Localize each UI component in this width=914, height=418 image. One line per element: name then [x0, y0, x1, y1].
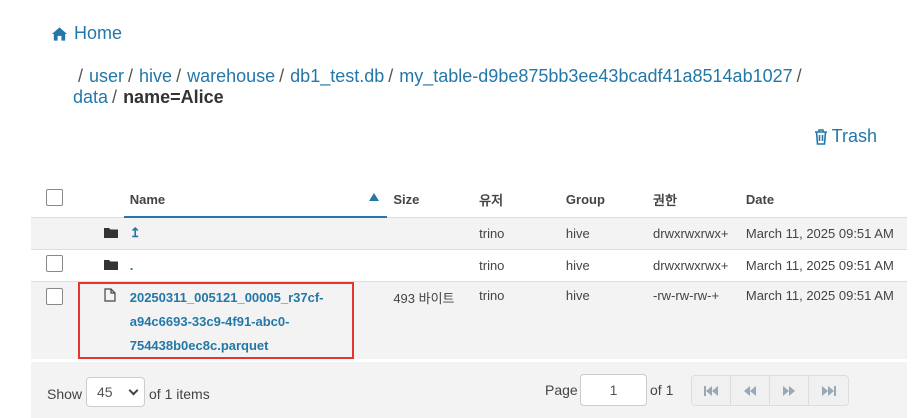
- page-size-select[interactable]: 45: [86, 377, 145, 407]
- column-permissions[interactable]: 권한: [647, 182, 740, 217]
- table-header: Name Size 유저 Group 권한 Date: [31, 182, 907, 218]
- file-table: Name Size 유저 Group 권한 Date ↥ trino hive …: [31, 182, 907, 359]
- breadcrumb-data[interactable]: data: [73, 87, 108, 107]
- home-label: Home: [74, 23, 123, 43]
- row-checkbox[interactable]: [46, 287, 63, 305]
- file-name-link[interactable]: 20250311_005121_00005_r37cf- a94c6693-33…: [130, 286, 382, 358]
- breadcrumb-current: name=Alice: [123, 87, 224, 107]
- table-row[interactable]: 20250311_005121_00005_r37cf- a94c6693-33…: [31, 280, 907, 359]
- pager-buttons: [691, 375, 849, 406]
- prev-page-icon: [744, 385, 756, 396]
- page-input[interactable]: 1: [580, 374, 647, 406]
- breadcrumb-warehouse[interactable]: warehouse: [187, 66, 275, 86]
- page-count: of 1: [650, 382, 674, 398]
- breadcrumb-table[interactable]: my_table-d9be875bb3ee43bcadf41a8514ab102…: [399, 66, 792, 86]
- column-user[interactable]: 유저: [473, 182, 560, 217]
- items-count: of 1 items: [149, 386, 210, 402]
- chevron-down-icon: [128, 385, 139, 396]
- table-row[interactable]: ↥ trino hive drwxrwxrwx+ March 11, 2025 …: [31, 216, 907, 249]
- column-date[interactable]: Date: [740, 182, 907, 217]
- column-name[interactable]: Name: [123, 182, 388, 218]
- column-group[interactable]: Group: [560, 182, 647, 217]
- trash-label: Trash: [831, 126, 877, 146]
- breadcrumb-hive[interactable]: hive: [139, 66, 172, 86]
- trash-button[interactable]: Trash: [814, 126, 877, 147]
- row-checkbox[interactable]: [46, 255, 63, 272]
- table-row[interactable]: . trino hive drwxrwxrwx+ March 11, 2025 …: [31, 248, 907, 281]
- first-page-icon: [704, 385, 718, 396]
- page-label: Page: [545, 382, 578, 398]
- sort-asc-icon: [369, 193, 380, 201]
- pagination-footer: Show 45 of 1 items Page 1 of 1: [31, 362, 907, 418]
- first-page-button[interactable]: [692, 376, 731, 405]
- next-page-button[interactable]: [770, 376, 809, 405]
- folder-icon: [103, 227, 118, 238]
- parent-dir-link[interactable]: ↥: [130, 225, 141, 240]
- column-size[interactable]: Size: [387, 182, 473, 217]
- home-link[interactable]: Home: [51, 23, 122, 44]
- breadcrumb-db[interactable]: db1_test.db: [290, 66, 384, 86]
- current-dir-link[interactable]: .: [130, 258, 134, 273]
- last-page-button[interactable]: [809, 376, 848, 405]
- prev-page-button[interactable]: [731, 376, 770, 405]
- select-all-checkbox[interactable]: [46, 189, 63, 207]
- file-icon: [104, 287, 116, 302]
- last-page-icon: [821, 385, 836, 396]
- next-page-icon: [783, 385, 795, 396]
- home-icon: [51, 26, 68, 41]
- breadcrumb-user[interactable]: user: [89, 66, 124, 86]
- breadcrumb: / user / hive / warehouse / db1_test.db / my_tabl…: [73, 66, 802, 107]
- show-label: Show: [47, 386, 83, 402]
- trash-icon: [814, 128, 827, 145]
- folder-icon: [103, 259, 118, 270]
